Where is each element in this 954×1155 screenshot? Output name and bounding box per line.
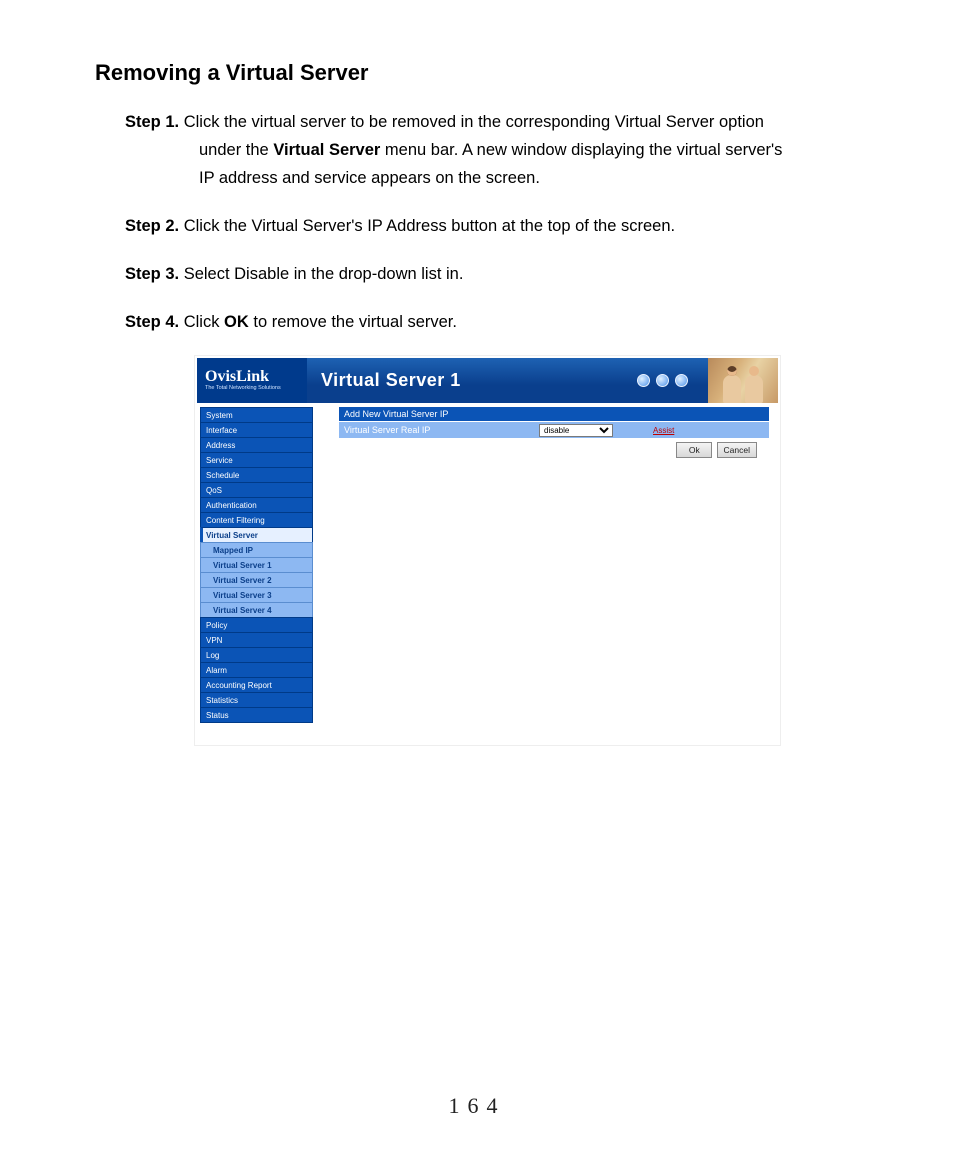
sidebar-item-vpn[interactable]: VPN xyxy=(200,632,313,647)
sidebar-item-schedule[interactable]: Schedule xyxy=(200,467,313,482)
step-1-text-d: IP address and service appears on the sc… xyxy=(125,164,859,192)
step-1-text-a: Click the virtual server to be removed i… xyxy=(184,113,764,131)
form-row-real-ip: Virtual Server Real IP disable Assist xyxy=(339,422,769,438)
step-4: Step 4. Click OK to remove the virtual s… xyxy=(125,308,859,336)
step-1-text-c: menu bar. A new window displaying the vi… xyxy=(380,141,782,159)
step-2: Step 2. Click the Virtual Server's IP Ad… xyxy=(125,212,859,240)
sidebar-item-status[interactable]: Status xyxy=(200,707,313,723)
sidebar-item-statistics[interactable]: Statistics xyxy=(200,692,313,707)
sidebar-sub-mapped-ip[interactable]: Mapped IP xyxy=(200,542,313,557)
sidebar-item-authentication[interactable]: Authentication xyxy=(200,497,313,512)
sidebar-sub-vs4[interactable]: Virtual Server 4 xyxy=(200,602,313,617)
page-number: 164 xyxy=(0,1093,954,1119)
header-decor xyxy=(633,358,778,403)
ok-button[interactable]: Ok xyxy=(676,442,712,458)
step-1-bold: Virtual Server xyxy=(273,141,380,159)
globe-icon xyxy=(675,374,688,387)
step-3: Step 3. Select Disable in the drop-down … xyxy=(125,260,859,288)
form-header: Add New Virtual Server IP xyxy=(339,407,769,422)
sidebar-item-policy[interactable]: Policy xyxy=(200,617,313,632)
cancel-button[interactable]: Cancel xyxy=(717,442,757,458)
step-1-text-b: under the xyxy=(199,141,273,159)
button-row: Ok Cancel xyxy=(339,438,769,458)
step-4-bold: OK xyxy=(224,313,249,331)
sidebar-item-content-filtering[interactable]: Content Filtering xyxy=(200,512,313,527)
sidebar-item-interface[interactable]: Interface xyxy=(200,422,313,437)
brand-name: OvisLink xyxy=(205,369,307,385)
assist-link[interactable]: Assist xyxy=(653,426,674,435)
sidebar-sub-vs2[interactable]: Virtual Server 2 xyxy=(200,572,313,587)
globe-icon xyxy=(637,374,650,387)
step-4-text-b: to remove the virtual server. xyxy=(249,313,457,331)
globe-icon xyxy=(656,374,669,387)
sidebar-item-alarm[interactable]: Alarm xyxy=(200,662,313,677)
sidebar-item-qos[interactable]: QoS xyxy=(200,482,313,497)
form-label-real-ip: Virtual Server Real IP xyxy=(339,425,539,435)
content-area: Add New Virtual Server IP Virtual Server… xyxy=(313,407,775,723)
page-title: Removing a Virtual Server xyxy=(95,60,859,86)
step-3-label: Step 3. xyxy=(125,265,179,283)
sidebar-item-log[interactable]: Log xyxy=(200,647,313,662)
person-graphic xyxy=(745,375,763,403)
sidebar-item-system[interactable]: System xyxy=(200,407,313,422)
step-4-text-a: Click xyxy=(184,313,224,331)
sidebar: System Interface Address Service Schedul… xyxy=(200,407,313,723)
step-2-text: Click the Virtual Server's IP Address bu… xyxy=(184,217,675,235)
step-2-label: Step 2. xyxy=(125,217,179,235)
sidebar-sub-vs3[interactable]: Virtual Server 3 xyxy=(200,587,313,602)
step-4-label: Step 4. xyxy=(125,313,179,331)
brand-tagline: The Total Networking Solutions xyxy=(205,385,307,392)
brand-box: OvisLink The Total Networking Solutions xyxy=(197,358,307,403)
sidebar-item-service[interactable]: Service xyxy=(200,452,313,467)
header-photo xyxy=(708,358,778,403)
sidebar-item-accounting-report[interactable]: Accounting Report xyxy=(200,677,313,692)
step-1-label: Step 1. xyxy=(125,113,179,131)
app-header: OvisLink The Total Networking Solutions … xyxy=(197,358,778,403)
real-ip-select[interactable]: disable xyxy=(539,424,613,437)
header-title: Virtual Server 1 xyxy=(321,370,461,391)
app-screenshot: OvisLink The Total Networking Solutions … xyxy=(195,356,780,745)
step-3-text: Select Disable in the drop-down list in. xyxy=(184,265,464,283)
person-graphic xyxy=(723,375,741,403)
sidebar-item-address[interactable]: Address xyxy=(200,437,313,452)
sidebar-item-virtual-server[interactable]: Virtual Server xyxy=(200,527,313,542)
sidebar-sub-vs1[interactable]: Virtual Server 1 xyxy=(200,557,313,572)
step-1: Step 1. Click the virtual server to be r… xyxy=(125,108,859,192)
